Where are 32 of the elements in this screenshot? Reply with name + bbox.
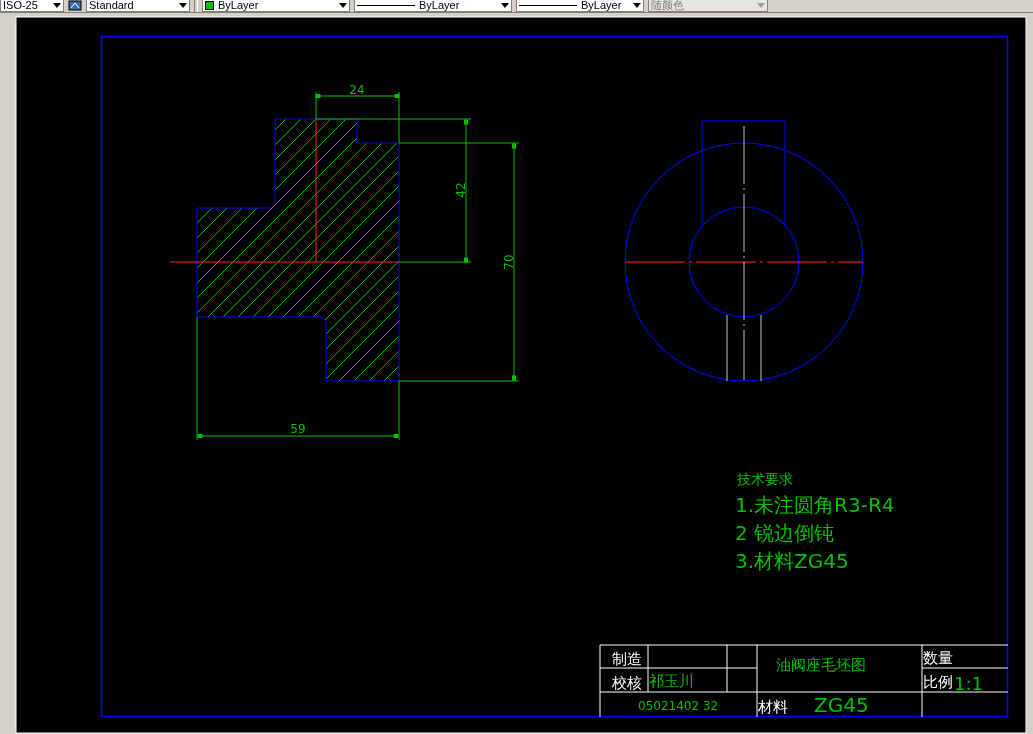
text-style-icon[interactable]	[68, 0, 82, 11]
caret-icon	[757, 3, 765, 8]
dimension-text: 70	[502, 254, 516, 270]
caret-icon	[501, 3, 509, 8]
dimension-text: 24	[349, 83, 365, 97]
caret-icon	[179, 3, 187, 8]
table-label: 制造	[612, 650, 642, 668]
table-label: 比例	[923, 673, 953, 691]
table-label: 数量	[923, 649, 953, 667]
note-line: 2 锐边倒钝	[735, 521, 835, 545]
drawing-number: 05021402 32	[638, 699, 719, 713]
table-label: 材料	[758, 698, 788, 716]
note-line: 1.未注圆角R3-R4	[735, 493, 895, 517]
dropdown[interactable]: Standard	[86, 0, 190, 12]
table-cell: 祁玉川	[649, 672, 694, 690]
dropdown[interactable]: ByLayer	[354, 0, 512, 12]
table-label: 校核	[612, 674, 642, 692]
drawing-title: 油阀座毛坯图	[776, 656, 866, 674]
note-line: 3.材料ZG45	[735, 549, 849, 573]
line-sample	[519, 5, 577, 6]
line-sample	[357, 5, 415, 6]
dropdown[interactable]: ISO-25	[0, 0, 64, 12]
dropdown[interactable]: ByLayer	[202, 0, 350, 12]
caret-icon	[633, 3, 641, 8]
caret-icon	[339, 3, 347, 8]
dimension-text: 59	[290, 422, 306, 436]
table-cell: ZG45	[814, 693, 869, 717]
caret-icon	[53, 3, 61, 8]
dropdown[interactable]: ByLayer	[516, 0, 644, 12]
notes-heading: 技术要求	[737, 471, 793, 487]
dimension-text: 42	[454, 182, 468, 198]
table-cell: 1:1	[954, 673, 983, 694]
